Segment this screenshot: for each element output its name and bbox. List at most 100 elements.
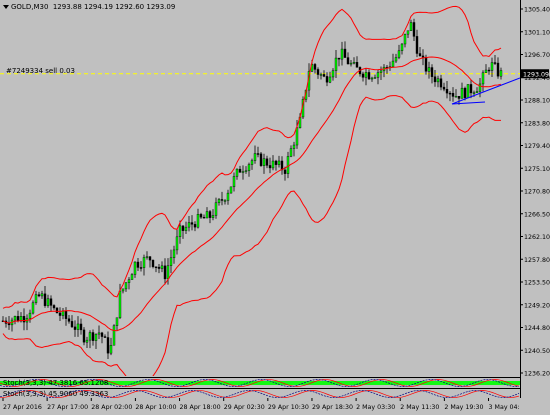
candle-body (403, 33, 407, 45)
price-tick-label: 1262.10 (524, 234, 550, 241)
candle-body (448, 92, 452, 95)
candle-body (223, 200, 227, 202)
candle-body (436, 78, 440, 83)
candle-body (217, 199, 221, 203)
candle-body (244, 170, 248, 172)
candle-body (289, 148, 293, 157)
candle-body (139, 267, 143, 269)
candle-body (451, 92, 455, 97)
candle-body (43, 293, 47, 306)
price-axis[interactable]: 1305.401301.101296.701292.401288.101283.… (520, 0, 550, 413)
stochastic-panel-1[interactable]: Stoch(3,3,3) 47.3816 65.1208 (0, 377, 520, 388)
candle-body (469, 84, 473, 94)
candle-body (487, 69, 491, 72)
candle-body (67, 318, 71, 322)
price-tick-label: 1240.50 (524, 348, 550, 355)
candle-body (481, 72, 485, 85)
candle-body (79, 323, 83, 331)
candle-body (163, 265, 167, 280)
candle-body (46, 298, 50, 306)
candle-body (271, 160, 275, 169)
dropdown-arrow-icon[interactable] (3, 5, 9, 9)
candle-body (103, 336, 107, 338)
candle-body (496, 62, 500, 77)
candle-body (394, 57, 398, 62)
candle-body (499, 70, 503, 77)
price-tick-label: 1270.80 (524, 189, 550, 196)
candle-body (148, 256, 152, 261)
candle-body (13, 316, 17, 321)
candle-body (313, 64, 317, 70)
candle-body (124, 282, 128, 290)
candle-body (133, 261, 137, 275)
price-tick-label: 1244.80 (524, 325, 550, 332)
price-axis-labels: 1305.401301.101296.701292.401288.101283.… (520, 0, 550, 398)
candle-body (322, 74, 326, 77)
candle-body (238, 168, 242, 173)
time-tick-label: 27 Apr 17:00 (47, 404, 88, 411)
candle-body (82, 329, 86, 343)
candle-body (484, 69, 488, 73)
candle-body (247, 164, 251, 171)
time-tick-label: 2 May 19:30 (444, 404, 483, 411)
candlestick-chart[interactable] (0, 0, 521, 388)
candle-body (325, 76, 329, 83)
candle-body (283, 169, 287, 174)
candle-body (316, 69, 320, 75)
candle-body (328, 76, 332, 83)
candle-body (343, 48, 347, 58)
candle-body (202, 216, 206, 219)
candle-body (340, 48, 344, 60)
price-tick-label: 1305.40 (524, 7, 550, 14)
candle-body (457, 96, 461, 99)
candle-body (70, 321, 74, 328)
candle-body (472, 92, 476, 94)
candle-body (409, 22, 413, 31)
candle-body (256, 153, 260, 155)
candle-body (319, 74, 323, 76)
candle-body (64, 310, 68, 319)
candle-body (463, 87, 467, 99)
candle-body (370, 77, 374, 80)
candle-body (337, 57, 341, 60)
candle-body (292, 144, 296, 149)
candle-body (355, 62, 359, 68)
candle-body (229, 186, 233, 194)
time-tick-label: 28 Apr 10:00 (135, 404, 176, 411)
candle-body (196, 214, 200, 228)
candle-body (367, 72, 371, 80)
candle-body (73, 326, 77, 330)
candle-body (115, 317, 119, 326)
candle-body (178, 225, 182, 238)
candle-body (37, 294, 41, 297)
candle-body (364, 72, 368, 78)
candle-body (121, 288, 125, 292)
candle-body (232, 176, 236, 188)
current-price-label: 1293.09 (523, 71, 549, 78)
time-axis[interactable]: 27 Apr 2016 27 Apr 17:00 28 Apr 02:00 28 Ap… (0, 398, 528, 413)
price-chart[interactable]: GOLD,M30 1293.88 1294.19 1292.60 1293.09… (0, 0, 521, 388)
candle-body (445, 89, 449, 94)
price-tick-label: 1275.10 (524, 166, 550, 173)
candle-body (76, 323, 80, 330)
candle-body (34, 294, 38, 303)
order-label[interactable]: #7249334 sell 0.03 (6, 67, 75, 75)
candle-body (430, 67, 434, 77)
time-tick-label: 29 Apr 02:30 (224, 404, 265, 411)
candle-body (361, 73, 365, 78)
candle-body (454, 96, 458, 98)
candle-body (286, 156, 290, 174)
candle-body (262, 158, 266, 166)
candle-body (160, 265, 164, 269)
time-tick-label: 29 Apr 18:30 (312, 404, 353, 411)
candle-body (493, 62, 497, 64)
candle-body (184, 226, 188, 231)
candle-body (31, 302, 35, 314)
stochastic-label-1: Stoch(3,3,3) 47.3816 65.1208 (3, 379, 109, 387)
time-axis-labels: 27 Apr 2016 27 Apr 17:00 28 Apr 02:00 28 Ap… (2, 398, 528, 411)
candle-body (391, 60, 395, 67)
time-tick-label: 3 May 04:30 (489, 404, 520, 411)
candle-body (277, 160, 281, 165)
candle-body (418, 53, 422, 57)
candle-body (28, 312, 32, 319)
